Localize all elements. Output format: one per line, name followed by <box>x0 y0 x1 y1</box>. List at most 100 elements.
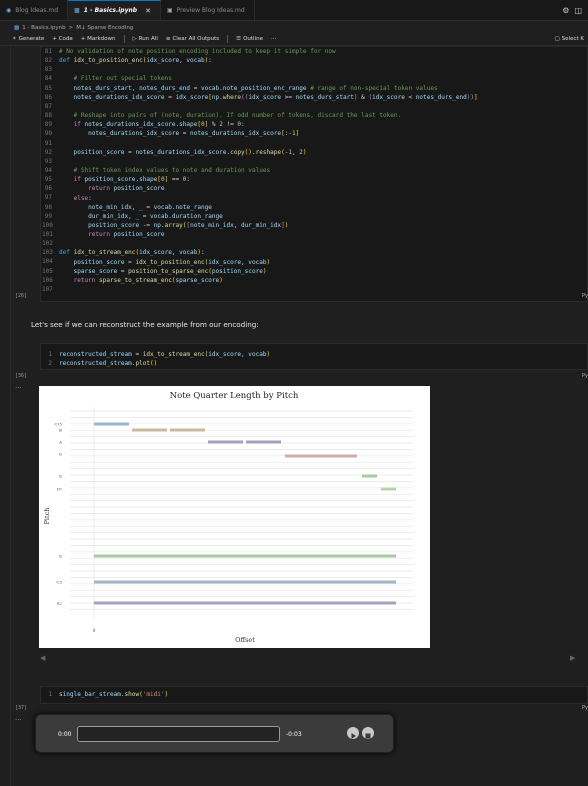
line-number: 81 <box>44 48 52 55</box>
line-number: 99 <box>44 212 52 220</box>
execution-count: [37] <box>15 705 28 711</box>
code-editor-2[interactable]: reconstructed_stream = idx_to_stream_enc… <box>59 350 270 368</box>
line-number: 95 <box>44 176 52 184</box>
chart-title: Note Quarter Length by Pitch <box>170 391 299 401</box>
close-icon[interactable]: ✕ <box>145 7 151 15</box>
generate-button[interactable]: ✦ Generate <box>12 36 44 42</box>
clear-icon: ≡ <box>165 36 171 42</box>
select-kernel-button[interactable]: ▢ Select K <box>554 36 588 42</box>
toolbar-divider <box>123 35 125 43</box>
line-number: 87 <box>44 102 52 110</box>
y-tick-label: E <box>59 474 62 479</box>
line-number: 90 <box>44 130 52 138</box>
y-tick-label: C♯5 <box>54 422 62 427</box>
line-number: 2 <box>48 360 52 368</box>
kernel-icon: ▢ <box>554 36 560 42</box>
line-number: 104 <box>42 258 53 266</box>
line-number: 96 <box>44 185 52 193</box>
line-number: 82 <box>44 57 52 65</box>
tab-basics-notebook[interactable]: ▩ 1 - Basics.ipynb ✕ <box>68 0 161 20</box>
markdown-file-icon: ◉ <box>6 6 12 14</box>
line-number: 98 <box>44 203 52 211</box>
note-bar <box>246 440 281 444</box>
x-axis-label: Offset <box>235 636 255 644</box>
line-number: 97 <box>44 194 52 202</box>
settings-icon[interactable]: ⚙ <box>562 6 569 15</box>
execution-count: [36] <box>15 373 28 379</box>
note-bar <box>94 580 396 584</box>
execution-count: [26] <box>15 293 28 299</box>
tab-preview-blog-ideas[interactable]: ▣ Preview Blog Ideas.md <box>161 0 255 20</box>
output-menu-icon[interactable]: ··· <box>15 384 22 392</box>
line-number: 93 <box>44 157 52 165</box>
line-number: 86 <box>44 93 52 101</box>
split-editor-icon[interactable]: ◫ <box>574 6 582 15</box>
outline-button[interactable]: ☰ Outline <box>236 36 263 42</box>
note-bar <box>208 440 243 444</box>
line-number: 92 <box>44 148 52 156</box>
line-number: 89 <box>44 121 52 129</box>
line-number: 88 <box>44 112 52 120</box>
tab-blog-ideas[interactable]: ◉ Blog Ideas.md <box>0 0 69 20</box>
toolbar-divider <box>227 35 229 43</box>
cell-gutter-line <box>10 46 11 786</box>
scroll-right-icon[interactable]: ▶ <box>570 654 575 662</box>
code-editor-1[interactable]: # No validation of note position encodin… <box>59 47 478 285</box>
sparkle-icon: ✦ <box>12 36 17 42</box>
y-tick-label: C3 <box>56 580 62 585</box>
output-menu-icon[interactable]: ··· <box>15 716 22 724</box>
y-tick-label: D♯ <box>57 487 62 492</box>
line-number: 94 <box>44 166 52 174</box>
line-number: 84 <box>44 75 52 83</box>
line-number: 106 <box>42 276 53 284</box>
clear-outputs-button[interactable]: ≡ Clear All Outputs <box>166 36 219 42</box>
notebook-file-icon: ▩ <box>14 24 20 31</box>
note-bar <box>362 474 377 478</box>
note-bar <box>132 428 167 432</box>
run-all-button[interactable]: ▷ Run All <box>133 36 158 42</box>
preview-icon: ▣ <box>166 6 173 14</box>
line-number: 83 <box>44 66 52 74</box>
cell-language[interactable]: Py <box>582 373 588 379</box>
breadcrumb-separator: > <box>68 24 74 31</box>
editor-tab-bar: ◉ Blog Ideas.md ▩ 1 - Basics.ipynb ✕ ▣ Previ… <box>0 0 588 21</box>
notebook-file-icon: ▩ <box>74 7 80 14</box>
line-number: 1 <box>48 691 52 698</box>
y-axis-label: Pitch <box>43 508 51 525</box>
add-markdown-button[interactable]: + Markdown <box>81 36 116 42</box>
line-number: 102 <box>42 240 53 248</box>
breadcrumb-section[interactable]: M↓ Sparse Encoding <box>76 25 133 31</box>
cell-language[interactable]: Py <box>582 293 588 299</box>
breadcrumb-file[interactable]: 1 - Basics.ipynb <box>22 25 65 31</box>
chart-svg: Note Quarter Length by Pitch C♯5B A G E D♯ E C3… <box>43 391 414 644</box>
stop-button[interactable] <box>362 727 374 739</box>
line-number: 91 <box>44 139 52 147</box>
y-tick-label: G <box>59 452 62 457</box>
piano-roll-plot: Note Quarter Length by Pitch C♯5 B A G E D♯ E C3… <box>39 386 430 648</box>
outline-icon: ☰ <box>236 36 242 42</box>
line-number: 103 <box>42 249 53 257</box>
y-tick-label: E <box>59 554 62 559</box>
scroll-left-icon[interactable]: ◀ <box>40 654 45 662</box>
y-tick-label: B <box>59 428 62 433</box>
y-tick-label: A2 <box>56 601 63 606</box>
line-number: 105 <box>42 267 53 275</box>
more-actions-button[interactable]: ··· <box>271 36 276 42</box>
line-number: 1 <box>48 351 52 358</box>
note-bar <box>170 428 205 432</box>
note-bar <box>381 487 396 491</box>
play-button[interactable] <box>347 727 359 739</box>
note-bar <box>285 454 357 458</box>
code-editor-3[interactable]: single_bar_stream.show('midi') <box>59 690 168 699</box>
line-number: 107 <box>42 285 53 293</box>
line-number: 85 <box>44 84 52 92</box>
markdown-cell-text[interactable]: Let's see if we can reconstruct the exam… <box>31 320 259 329</box>
x-tick-label: 0 <box>93 628 96 634</box>
progress-bar[interactable] <box>77 726 280 742</box>
notebook-toolbar: ✦ Generate + Code + Markdown ▷ Run All ≡ Cl… <box>0 33 588 46</box>
cell-language[interactable]: Py <box>582 705 588 711</box>
note-bar <box>94 422 129 426</box>
line-number: 100 <box>42 221 53 229</box>
run-all-icon: ▷ <box>132 36 137 42</box>
add-code-button[interactable]: + Code <box>52 36 72 42</box>
